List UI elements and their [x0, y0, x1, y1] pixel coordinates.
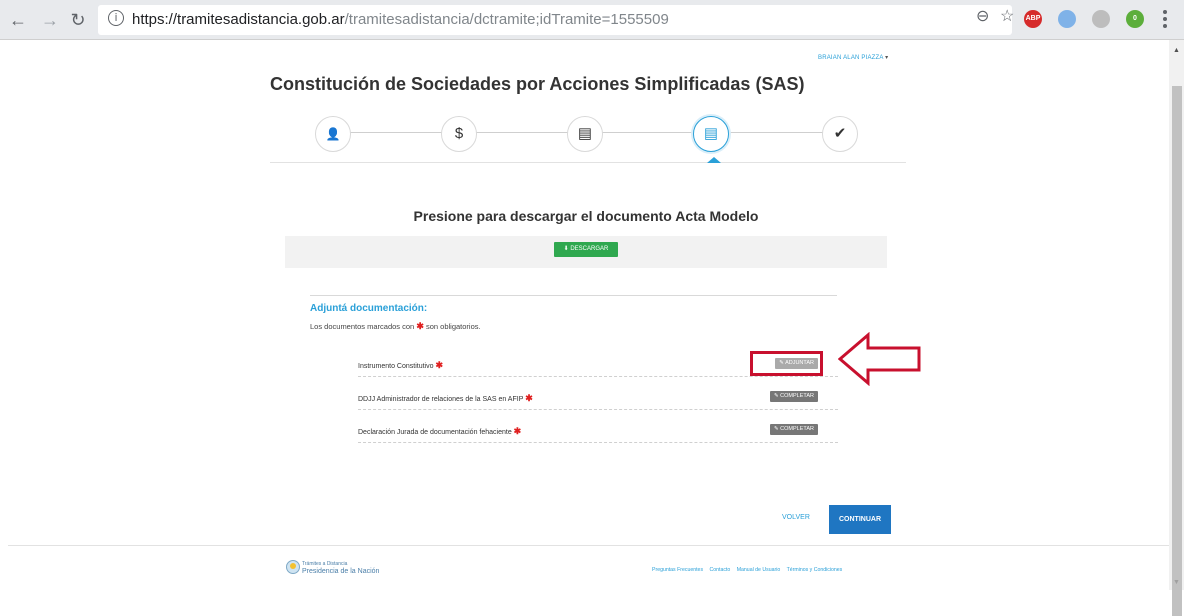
- required-icon: ✱: [525, 393, 533, 403]
- url-text[interactable]: https://tramitesadistancia.gob.ar/tramit…: [132, 11, 669, 28]
- documents-title: Adjuntá documentación:: [310, 303, 428, 314]
- annotation-arrow-icon: [838, 332, 921, 386]
- url-path: /tramitesadistancia/dctramite;idTramite=…: [344, 11, 669, 28]
- continue-button[interactable]: CONTINUAR: [829, 505, 891, 534]
- green-extension-badge: 0: [1133, 15, 1137, 22]
- bookmark-star-icon[interactable]: ☆: [1000, 6, 1014, 26]
- footer-link-terms[interactable]: Términos y Condiciones: [787, 567, 843, 573]
- scrollbar[interactable]: ▲ ▼: [1169, 40, 1184, 616]
- url-host: https://tramitesadistancia.gob.ar: [132, 11, 345, 28]
- step-payment: $: [441, 116, 477, 152]
- dollar-icon: $: [454, 125, 464, 142]
- document-label: DDJJ Administrador de relaciones de la S…: [358, 393, 533, 404]
- subtitle-after: son obligatorios.: [425, 322, 481, 331]
- back-button[interactable]: VOLVER: [782, 514, 810, 521]
- footer-divider: [8, 545, 1169, 546]
- screenshot-extension-icon[interactable]: [1092, 10, 1110, 28]
- download-heading: Presione para descargar el documento Act…: [413, 208, 759, 224]
- footer-links: Preguntas Frecuentes Contacto Manual de …: [652, 567, 847, 573]
- step-user: 👤: [315, 116, 351, 152]
- active-step-pointer: [707, 157, 721, 163]
- documents-divider: [310, 295, 837, 296]
- page-title: Constitución de Sociedades por Acciones …: [270, 74, 805, 94]
- zoom-icon[interactable]: ⊖: [976, 6, 989, 26]
- form-icon: ▤: [577, 125, 593, 142]
- info-icon[interactable]: i: [108, 10, 124, 26]
- annotation-highlight-box: [750, 351, 823, 376]
- footer-link-manual[interactable]: Manual de Usuario: [737, 567, 781, 573]
- complete-button[interactable]: ✎ COMPLETAR: [770, 391, 818, 402]
- browser-menu-icon[interactable]: [1162, 10, 1168, 30]
- argentina-seal-icon: [286, 560, 300, 574]
- step-documents-active: ▤: [693, 116, 729, 152]
- step-form: ▤: [567, 116, 603, 152]
- stepper-divider: [270, 162, 906, 163]
- footer-link-contact[interactable]: Contacto: [710, 567, 731, 573]
- step-confirm: ✔: [822, 116, 858, 152]
- required-icon: ✱: [416, 321, 424, 331]
- scroll-up-icon[interactable]: ▲: [1173, 47, 1180, 54]
- required-icon: ✱: [513, 426, 522, 436]
- adblock-plus-icon[interactable]: ABP: [1024, 10, 1042, 28]
- check-icon: ✔: [833, 125, 847, 142]
- user-name: BRAIAN ALAN PIAZZA: [818, 55, 884, 61]
- reload-icon[interactable]: ↻: [66, 8, 90, 32]
- document-name: Instrumento Constitutivo: [358, 363, 434, 370]
- forward-arrow-icon[interactable]: →: [38, 8, 62, 32]
- sync-extension-icon[interactable]: [1058, 10, 1076, 28]
- document-name: DDJJ Administrador de relaciones de la S…: [358, 396, 524, 403]
- documents-subtitle: Los documentos marcados con ✱ son obliga…: [310, 321, 481, 332]
- user-menu[interactable]: BRAIAN ALAN PIAZZA ▾: [818, 54, 888, 61]
- back-arrow-icon[interactable]: ←: [6, 8, 30, 32]
- download-button[interactable]: ⬇ DESCARGAR: [554, 242, 618, 257]
- footer-brand-line2: Presidencia de la Nación: [302, 568, 380, 575]
- subtitle-before: Los documentos marcados con: [310, 322, 415, 331]
- document-row: Declaración Jurada de documentación feha…: [358, 419, 838, 443]
- footer-link-faq[interactable]: Preguntas Frecuentes: [652, 567, 703, 573]
- document-name: Declaración Jurada de documentación feha…: [358, 429, 512, 436]
- adblock-label: ABP: [1025, 15, 1041, 22]
- scroll-down-icon[interactable]: ▼: [1173, 579, 1180, 586]
- document-label: Instrumento Constitutivo ✱: [358, 360, 443, 371]
- chevron-down-icon: ▾: [885, 55, 889, 61]
- form-icon: ▤: [703, 125, 719, 142]
- document-row: DDJJ Administrador de relaciones de la S…: [358, 386, 838, 410]
- required-icon: ✱: [435, 360, 443, 370]
- green-extension-icon[interactable]: 0: [1126, 10, 1144, 28]
- complete-button[interactable]: ✎ COMPLETAR: [770, 424, 818, 435]
- browser-toolbar: ← → ↻ i https://tramitesadistancia.gob.a…: [0, 0, 1184, 40]
- user-icon: 👤: [325, 127, 341, 141]
- footer-brand-line1: Trámites a Distancia: [302, 561, 348, 567]
- document-label: Declaración Jurada de documentación feha…: [358, 426, 521, 437]
- address-bar[interactable]: i https://tramitesadistancia.gob.ar/tram…: [98, 5, 1012, 35]
- scroll-thumb[interactable]: [1172, 86, 1182, 616]
